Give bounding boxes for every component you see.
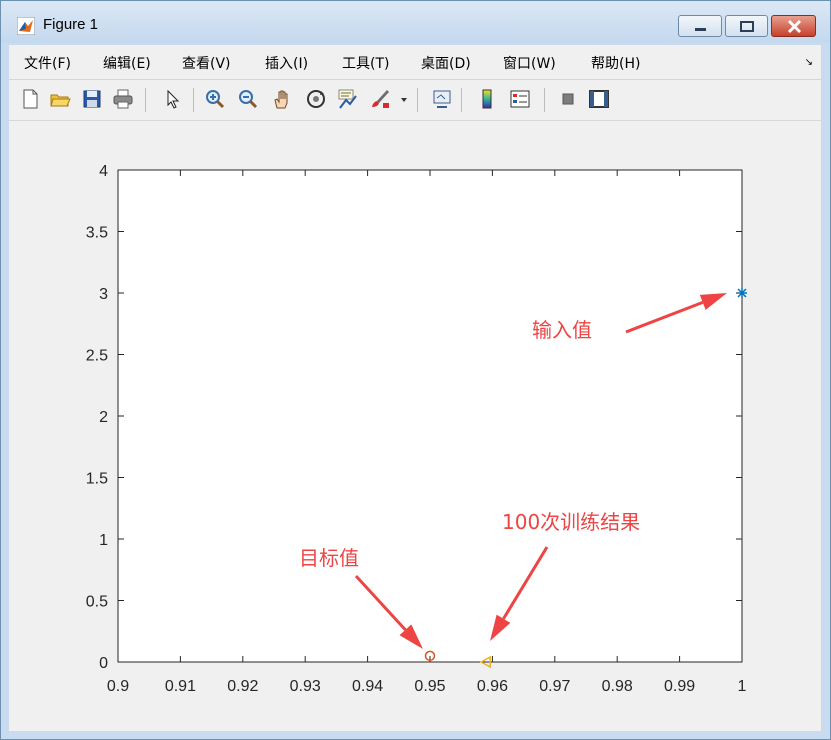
y-tick-label: 4 <box>99 163 108 180</box>
title-bar[interactable]: Figure 1 <box>1 1 830 43</box>
y-tick-labels: 0 0.5 1 1.5 2 2.5 3 3.5 4 <box>86 163 108 672</box>
x-tick-labels: 0.9 0.91 0.92 0.93 0.94 0.95 0.96 0.97 0.98 0.99 1 <box>107 678 747 695</box>
legend-icon[interactable] <box>509 88 531 110</box>
matlab-icon <box>17 17 35 35</box>
menu-desktop[interactable]: 桌面(D) <box>421 53 471 73</box>
annotation-training-result: 100次训练结果 <box>502 510 640 534</box>
open-file-icon[interactable] <box>49 88 71 110</box>
menu-tools[interactable]: 工具(T) <box>342 53 389 73</box>
menu-file[interactable]: 文件(F) <box>24 53 71 73</box>
x-tick-label: 0.96 <box>477 678 508 695</box>
maximize-button[interactable] <box>725 15 768 37</box>
annotation-input-value: 输入值 <box>532 318 592 342</box>
x-tick-label: 0.91 <box>165 678 196 695</box>
x-tick-label: 0.94 <box>352 678 383 695</box>
x-tick-label: 0.92 <box>227 678 258 695</box>
menu-insert[interactable]: 插入(I) <box>265 53 308 73</box>
colorbar-icon[interactable] <box>476 88 498 110</box>
x-tick-label: 1 <box>738 678 747 695</box>
menu-help[interactable]: 帮助(H) <box>591 53 640 73</box>
minimize-button[interactable] <box>678 15 722 37</box>
y-tick-label: 0 <box>99 655 108 672</box>
y-tick-label: 3 <box>99 286 108 303</box>
menu-view[interactable]: 查看(V) <box>182 53 231 73</box>
y-tick-label: 1.5 <box>86 471 108 488</box>
pointer-icon[interactable] <box>162 88 184 110</box>
x-tick-label: 0.98 <box>602 678 633 695</box>
link-plot-icon[interactable] <box>431 88 453 110</box>
menu-edit[interactable]: 编辑(E) <box>103 53 151 73</box>
save-icon[interactable] <box>81 88 103 110</box>
window-title: Figure 1 <box>43 16 99 33</box>
pan-hand-icon[interactable] <box>271 88 293 110</box>
menu-overflow-icon[interactable]: ↘ <box>805 57 813 68</box>
x-tick-label: 0.95 <box>414 678 445 695</box>
annotation-target-value: 目标值 <box>299 546 359 570</box>
close-icon <box>787 19 802 34</box>
input-value-marker <box>737 288 747 298</box>
zoom-in-icon[interactable] <box>204 88 226 110</box>
new-figure-icon[interactable] <box>19 88 41 110</box>
zoom-out-icon[interactable] <box>237 88 259 110</box>
minimize-icon <box>695 28 706 31</box>
hide-plot-tools-icon[interactable] <box>557 88 579 110</box>
close-button[interactable] <box>771 15 816 37</box>
menu-bar: 文件(F) 编辑(E) 查看(V) 插入(I) 工具(T) 桌面(D) 窗口(W… <box>9 45 821 80</box>
y-tick-label: 0.5 <box>86 594 108 611</box>
x-tick-label: 0.97 <box>539 678 570 695</box>
brush-dropdown-icon[interactable] <box>399 88 409 110</box>
x-tick-label: 0.93 <box>290 678 321 695</box>
rotate-3d-icon[interactable] <box>305 88 327 110</box>
plot-area[interactable]: 0.9 0.91 0.92 0.93 0.94 0.95 0.96 0.97 0.98 0.99 1… <box>9 121 821 731</box>
menu-window[interactable]: 窗口(W) <box>503 53 556 73</box>
figure-window: Figure 1 文件(F) 编辑(E) 查看(V) 插入(I) 工具(T) 桌… <box>0 0 831 740</box>
x-tick-label: 0.99 <box>664 678 695 695</box>
y-tick-label: 2.5 <box>86 348 108 365</box>
maximize-icon <box>740 21 754 32</box>
y-tick-label: 2 <box>99 409 108 426</box>
figure-canvas: 0.9 0.91 0.92 0.93 0.94 0.95 0.96 0.97 0.98 0.99 1… <box>9 121 821 731</box>
y-tick-label: 1 <box>99 532 108 549</box>
axes-box <box>117 169 743 663</box>
show-plot-tools-icon[interactable] <box>588 88 610 110</box>
print-icon[interactable] <box>112 88 134 110</box>
x-tick-label: 0.9 <box>107 678 129 695</box>
brush-icon[interactable] <box>369 88 391 110</box>
y-tick-label: 3.5 <box>86 225 108 242</box>
data-cursor-icon[interactable] <box>336 88 358 110</box>
figure-toolbar <box>9 80 821 121</box>
